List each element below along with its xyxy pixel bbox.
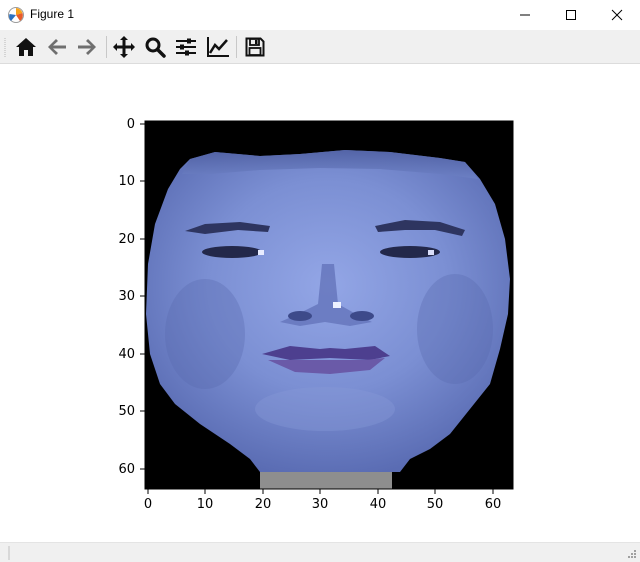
y-tick-label: 50 [118, 404, 135, 419]
minimize-button[interactable] [502, 0, 548, 30]
forward-button[interactable] [73, 34, 101, 60]
y-tick-label: 10 [118, 174, 135, 189]
resize-grip-icon[interactable] [627, 549, 637, 559]
toolbar-separator [106, 36, 107, 58]
x-tick-label: 0 [143, 497, 153, 512]
edit-curves-icon [207, 37, 229, 57]
x-ticks [147, 489, 494, 494]
x-tick-label: 50 [426, 497, 444, 512]
save-button[interactable] [241, 34, 269, 60]
left-eye [202, 246, 262, 258]
customize-button[interactable] [204, 34, 232, 60]
right-eye-glint [428, 250, 434, 255]
image-content [145, 121, 513, 489]
zoom-button[interactable] [141, 34, 169, 60]
status-separator [8, 546, 10, 560]
maximize-icon [566, 10, 576, 20]
y-ticks [140, 123, 145, 470]
navigation-toolbar [0, 30, 640, 64]
back-button[interactable] [43, 34, 71, 60]
x-tick-label: 10 [196, 497, 214, 512]
zoom-icon [145, 37, 166, 58]
chin-highlight [255, 387, 395, 431]
title-bar: Figure 1 [0, 0, 640, 30]
x-tick-label: 20 [254, 497, 272, 512]
maximize-button[interactable] [548, 0, 594, 30]
minimize-icon [520, 14, 530, 16]
window-title: Figure 1 [30, 7, 75, 21]
subplots-button[interactable] [172, 34, 200, 60]
y-tick-label: 0 [126, 117, 135, 132]
axes-svg [140, 120, 514, 494]
matplotlib-icon [8, 7, 24, 23]
subplots-icon [176, 38, 196, 56]
status-bar [0, 542, 640, 562]
left-nostril [288, 311, 312, 321]
y-tick-label: 30 [118, 289, 135, 304]
forward-arrow-icon [78, 39, 96, 55]
right-cheek-shadow [417, 274, 493, 384]
back-arrow-icon [48, 39, 66, 55]
nose-highlight [333, 302, 341, 308]
y-tick-label: 60 [118, 462, 135, 477]
home-icon [16, 38, 36, 56]
figure-canvas[interactable]: 0 10 20 30 40 50 60 0 10 20 30 40 50 60 [0, 64, 640, 542]
toolbar-separator [236, 36, 237, 58]
left-cheek-shadow [165, 279, 245, 389]
home-button[interactable] [12, 34, 40, 60]
close-button[interactable] [594, 0, 640, 30]
save-icon [245, 37, 265, 57]
x-tick-label: 40 [369, 497, 387, 512]
pan-icon [113, 36, 135, 58]
y-tick-label: 40 [118, 347, 135, 362]
y-tick-label: 20 [118, 232, 135, 247]
left-eye-glint [258, 250, 264, 255]
x-tick-label: 30 [311, 497, 329, 512]
close-icon [611, 9, 623, 21]
toolbar-grip [4, 38, 6, 58]
right-nostril [350, 311, 374, 321]
x-tick-label: 60 [484, 497, 502, 512]
pan-button[interactable] [110, 34, 138, 60]
